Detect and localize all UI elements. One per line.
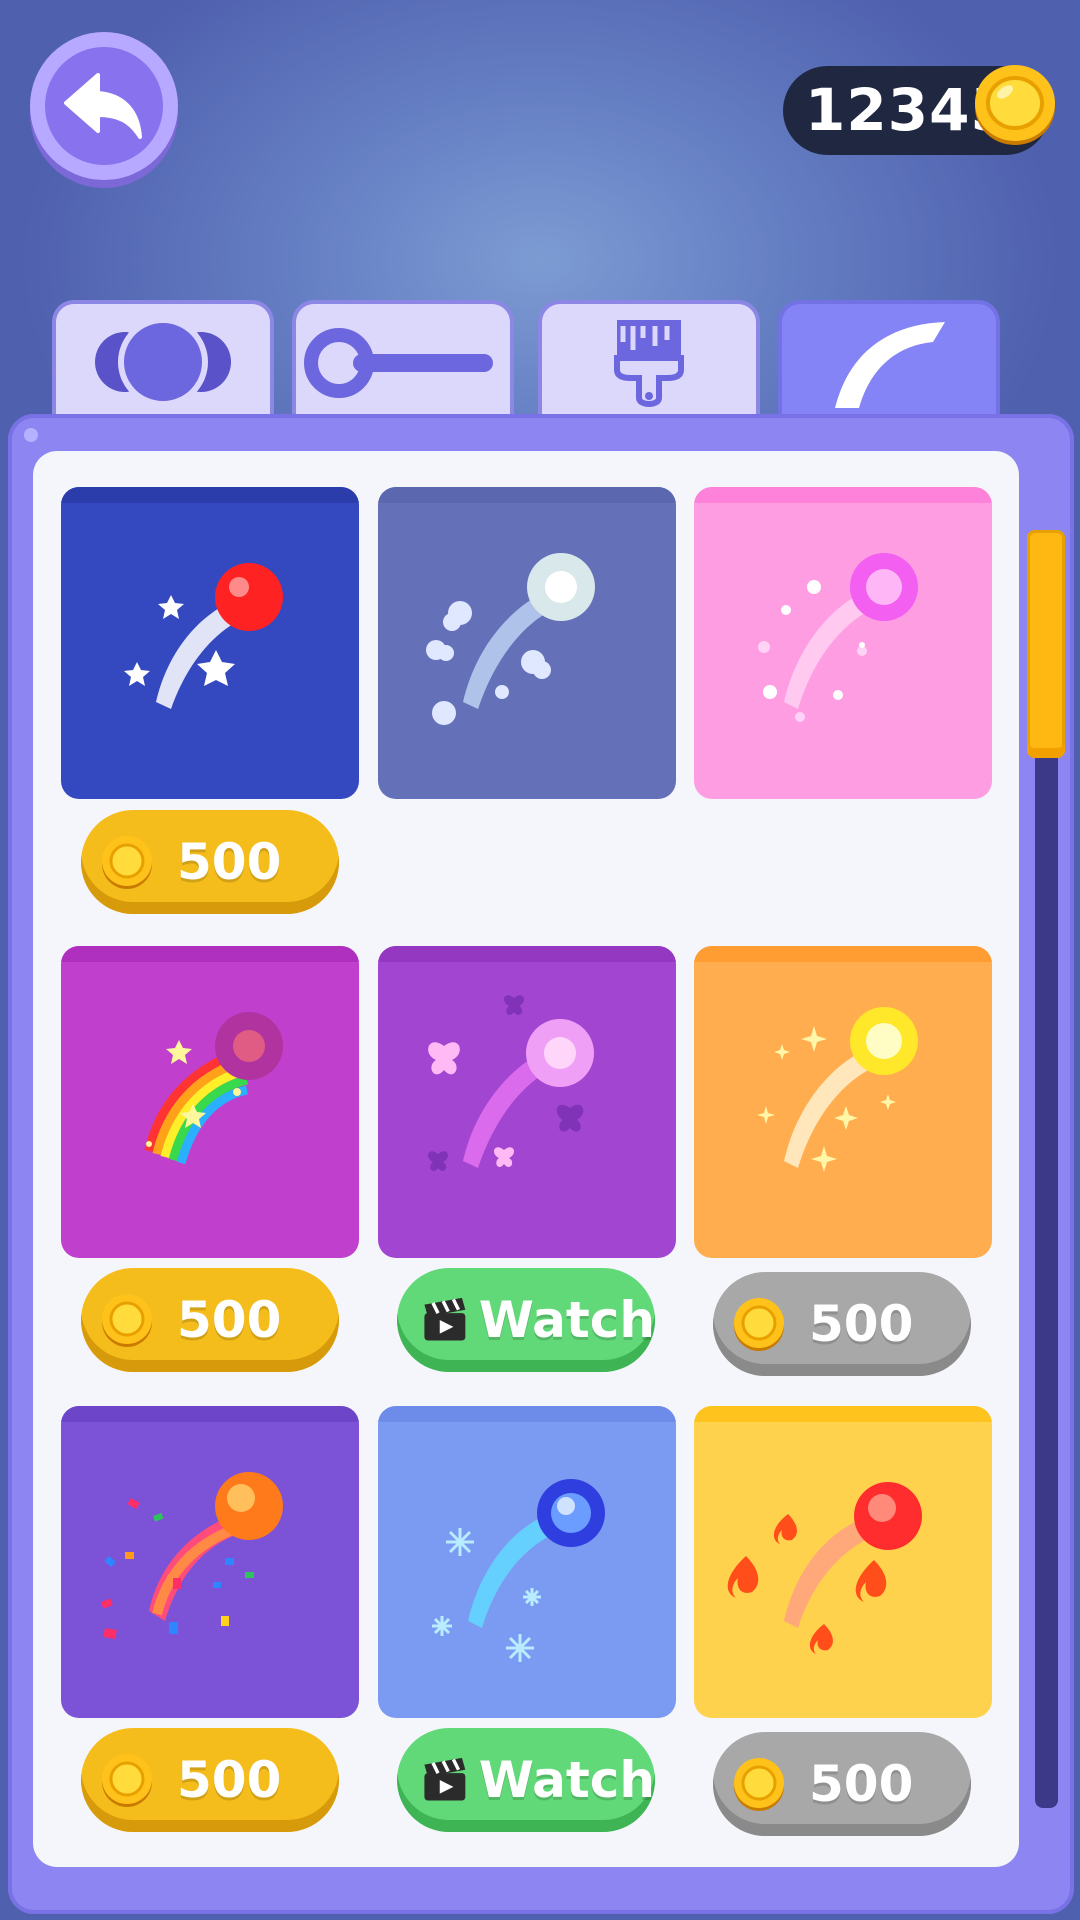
paddle-tab-icon (304, 328, 493, 398)
trail-card-butterflies[interactable] (378, 946, 676, 1258)
panel-corner-dot (24, 428, 38, 442)
price-label: 500 (177, 1291, 282, 1349)
trail-card-flames[interactable] (694, 1406, 992, 1718)
snowflakes-trail-icon (432, 1479, 605, 1662)
tab-paint[interactable] (538, 300, 760, 420)
clapperboard-icon (424, 1757, 466, 1801)
coin-icon (102, 1294, 152, 1347)
price-label: 500 (177, 1751, 282, 1809)
price-label: 500 (177, 833, 282, 891)
flames-trail-icon (727, 1482, 922, 1654)
trail-card-stars[interactable] (61, 487, 359, 799)
back-button[interactable] (30, 32, 178, 180)
watch-label: Watch (478, 1291, 655, 1349)
buy-button-stars[interactable]: 500 (81, 810, 339, 914)
balls-tab-icon (95, 317, 231, 407)
clapperboard-icon (424, 1297, 466, 1341)
coin-icon (102, 1754, 152, 1807)
trail-tab-icon (835, 322, 945, 408)
stars-trail-icon (124, 563, 283, 709)
tab-balls[interactable] (52, 300, 274, 420)
tab-trail[interactable] (778, 300, 1000, 420)
trail-card-sparkles[interactable] (694, 946, 992, 1258)
watch-label: Watch (478, 1751, 655, 1809)
coin-icon (102, 836, 152, 889)
tab-paddle[interactable] (292, 300, 514, 420)
paint-brush-icon (614, 320, 684, 407)
watch-button-butterflies[interactable]: Watch (397, 1268, 655, 1372)
back-arrow-icon (64, 73, 142, 139)
clouds-trail-icon (426, 553, 595, 725)
trail-card-clouds[interactable] (378, 487, 676, 799)
buy-button-confetti[interactable]: 500 (81, 1728, 339, 1832)
coin-icon (734, 1298, 784, 1351)
trail-card-bubbles[interactable] (694, 487, 992, 799)
watch-button-snowflakes[interactable]: Watch (397, 1728, 655, 1832)
butterflies-trail-icon (427, 995, 594, 1172)
confetti-trail-icon (100, 1472, 283, 1639)
price-label: 500 (809, 1755, 914, 1813)
coin-icon (734, 1758, 784, 1811)
buy-button-sparkles[interactable]: 500 (713, 1272, 971, 1376)
sparkles-trail-icon (757, 1007, 918, 1172)
trail-card-confetti[interactable] (61, 1406, 359, 1718)
trail-card-snowflakes[interactable] (378, 1406, 676, 1718)
rainbow-trail-icon (144, 1012, 283, 1165)
buy-button-rainbow[interactable]: 500 (81, 1268, 339, 1372)
scrollbar-thumb[interactable] (1027, 530, 1065, 758)
coin-icon (975, 65, 1055, 145)
buy-button-flames[interactable]: 500 (713, 1732, 971, 1836)
trail-card-rainbow[interactable] (61, 946, 359, 1258)
bubbles-trail-icon (758, 553, 918, 722)
price-label: 500 (809, 1295, 914, 1353)
